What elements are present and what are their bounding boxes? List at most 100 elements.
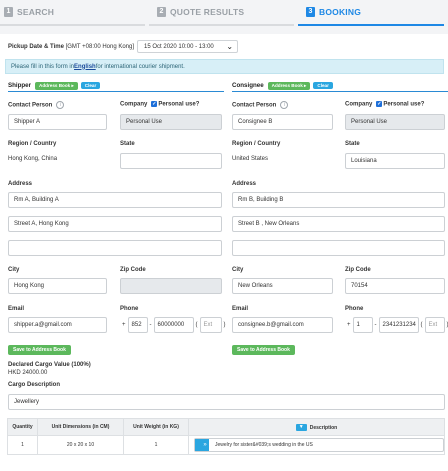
shipper-address2-input[interactable]: Street A, Hong Kong: [8, 216, 222, 232]
step-quote-results[interactable]: 2 QUOTE RESULTS: [149, 0, 294, 26]
item-description-value: Jewelry for sister&#039;s wedding in the…: [215, 442, 313, 448]
shipper-phone-code-input[interactable]: 852: [127, 317, 148, 333]
shipper-section: Shipper Address Book ▸ Clear: [8, 81, 224, 92]
declared-value: HKD 24000.00: [8, 370, 48, 376]
cell-description: » Jewelry for sister&#039;s wedding in t…: [188, 435, 445, 455]
booking-steps: 1 SEARCH 2 QUOTE RESULTS 3 BOOKING: [0, 0, 448, 30]
shipper-address3-input[interactable]: [8, 240, 222, 256]
shipper-region-label: Region / Country: [8, 141, 57, 147]
consignee-phone-number-input[interactable]: 2341231234: [378, 317, 419, 333]
paren-sep: ): [223, 322, 226, 328]
consignee-region-value: United States: [232, 156, 269, 162]
shipper-state-label: State: [120, 141, 135, 147]
shipper-phone-row: + 852 - 60000000 ( Ext ): [120, 317, 228, 333]
col-dimensions: Unit Dimensions (in CM): [37, 418, 124, 436]
cargo-table: Quantity Unit Dimensions (in CM) Unit We…: [7, 418, 445, 455]
consignee-header: Consignee Address Book ▸ Clear: [232, 81, 448, 92]
paren-sep: (: [420, 322, 423, 328]
step-booking[interactable]: 3 BOOKING: [298, 0, 444, 26]
dash-sep: -: [149, 322, 152, 328]
step-label: SEARCH: [17, 7, 55, 17]
consignee-city-input[interactable]: New Orleans: [232, 278, 333, 294]
consignee-save-address-button[interactable]: Save to Address Book: [232, 345, 295, 355]
booking-form: Pickup Date & Time [GMT +08:00 Hong Kong…: [0, 34, 448, 471]
consignee-ext-input[interactable]: Ext: [424, 317, 445, 333]
shipper-zip-input[interactable]: [120, 278, 222, 294]
consignee-address2-input[interactable]: Street B , New Orleans: [232, 216, 445, 232]
shipper-region-value: Hong Kong, China: [8, 156, 58, 162]
plus-sign: +: [347, 322, 351, 328]
consignee-company-input[interactable]: Personal Use: [345, 114, 445, 130]
consignee-section: Consignee Address Book ▸ Clear: [232, 81, 448, 92]
pickup-label: Pickup Date & Time [GMT +08:00 Hong Kong…: [8, 43, 135, 50]
consignee-phone-label: Phone: [345, 306, 364, 312]
consignee-clear-button[interactable]: Clear: [313, 82, 333, 89]
col-description: ▼ Description: [188, 418, 445, 436]
declared-value-label: Declared Cargo Value (100%): [8, 362, 91, 368]
shipper-email-input[interactable]: shipper.a@gmail.com: [8, 317, 107, 333]
col-weight: Unit Weight (in KG): [123, 418, 189, 436]
consignee-region-label: Region / Country: [232, 141, 281, 147]
shipper-city-input[interactable]: Hong Kong: [8, 278, 107, 294]
consignee-contact-label: Contact Person i: [232, 101, 289, 109]
cell-dimensions: 20 x 20 x 10: [37, 435, 124, 455]
consignee-address-book-button[interactable]: Address Book ▸: [267, 81, 311, 90]
step-number: 2: [157, 7, 166, 17]
consignee-address-label: Address: [232, 181, 257, 187]
cell-weight: 1: [123, 435, 189, 455]
shipper-title: Shipper: [8, 82, 32, 89]
consignee-address1-input[interactable]: Rm B, Building B: [232, 192, 445, 208]
table-row: 1 20 x 20 x 10 1 » Jewelry for sister&#0…: [7, 435, 445, 455]
shipper-ext-input[interactable]: Ext: [199, 317, 222, 333]
step-search[interactable]: 1 SEARCH: [0, 0, 145, 26]
shipper-city-label: City: [8, 267, 20, 273]
shipper-address1-input[interactable]: Rm A, Building A: [8, 192, 222, 208]
consignee-city-label: City: [232, 267, 244, 273]
cell-quantity: 1: [7, 435, 38, 455]
consignee-state-label: State: [345, 141, 360, 147]
paren-sep: (: [195, 322, 198, 328]
shipper-contact-label: Contact Person i: [8, 101, 65, 109]
item-description-input[interactable]: » Jewelry for sister&#039;s wedding in t…: [194, 438, 444, 452]
shipper-address-label: Address: [8, 181, 33, 187]
chevron-right-icon[interactable]: »: [195, 439, 209, 451]
consignee-company-label: Company ✓ Personal use?: [345, 101, 425, 108]
description-toggle-button[interactable]: ▼: [295, 423, 307, 431]
step-number: 3: [306, 7, 315, 17]
shipper-contact-input[interactable]: Shipper A: [8, 114, 107, 130]
info-icon: i: [280, 101, 289, 109]
step-label: QUOTE RESULTS: [170, 7, 245, 17]
plus-sign: +: [122, 322, 126, 328]
shipper-save-address-button[interactable]: Save to Address Book: [8, 345, 71, 355]
cargo-description-input[interactable]: Jewellery: [8, 394, 445, 410]
cargo-description-label: Cargo Description: [8, 382, 61, 388]
dash-sep: -: [374, 322, 377, 328]
pickup-row: Pickup Date & Time [GMT +08:00 Hong Kong…: [8, 40, 239, 53]
consignee-phone-row: + 1 - 2341231234 ( Ext ): [345, 317, 448, 333]
shipper-state-input[interactable]: [120, 153, 222, 169]
english-link[interactable]: English: [74, 64, 96, 70]
shipper-phone-number-input[interactable]: 60000000: [153, 317, 194, 333]
shipper-email-label: Email: [8, 306, 25, 312]
consignee-personal-use-checkbox[interactable]: ✓: [376, 101, 383, 107]
shipper-address-book-button[interactable]: Address Book ▸: [35, 81, 78, 90]
pickup-datetime-select[interactable]: 15 Oct 2020 10:00 - 13:00 ⌄: [137, 40, 239, 53]
pickup-datetime-value: 15 Oct 2020 10:00 - 13:00: [144, 43, 214, 50]
shipper-company-input[interactable]: Personal Use: [120, 114, 222, 130]
consignee-contact-input[interactable]: Consignee B: [232, 114, 333, 130]
shipper-personal-use-checkbox[interactable]: ✓: [151, 101, 158, 107]
consignee-zip-input[interactable]: 70154: [345, 278, 445, 294]
consignee-email-label: Email: [232, 306, 249, 312]
consignee-title: Consignee: [232, 82, 264, 89]
info-icon: i: [56, 101, 65, 109]
shipper-zip-label: Zip Code: [120, 267, 146, 273]
consignee-address3-input[interactable]: [232, 240, 445, 256]
chevron-down-icon: ⌄: [226, 42, 234, 51]
shipper-clear-button[interactable]: Clear: [80, 82, 101, 89]
consignee-phone-code-input[interactable]: 1: [352, 317, 373, 333]
shipper-company-label: Company ✓ Personal use?: [120, 101, 200, 108]
consignee-state-input[interactable]: Louisiana: [345, 153, 445, 169]
col-quantity: Quantity: [7, 418, 38, 436]
shipper-phone-label: Phone: [120, 306, 139, 312]
consignee-email-input[interactable]: consignee.b@gmail.com: [232, 317, 333, 333]
